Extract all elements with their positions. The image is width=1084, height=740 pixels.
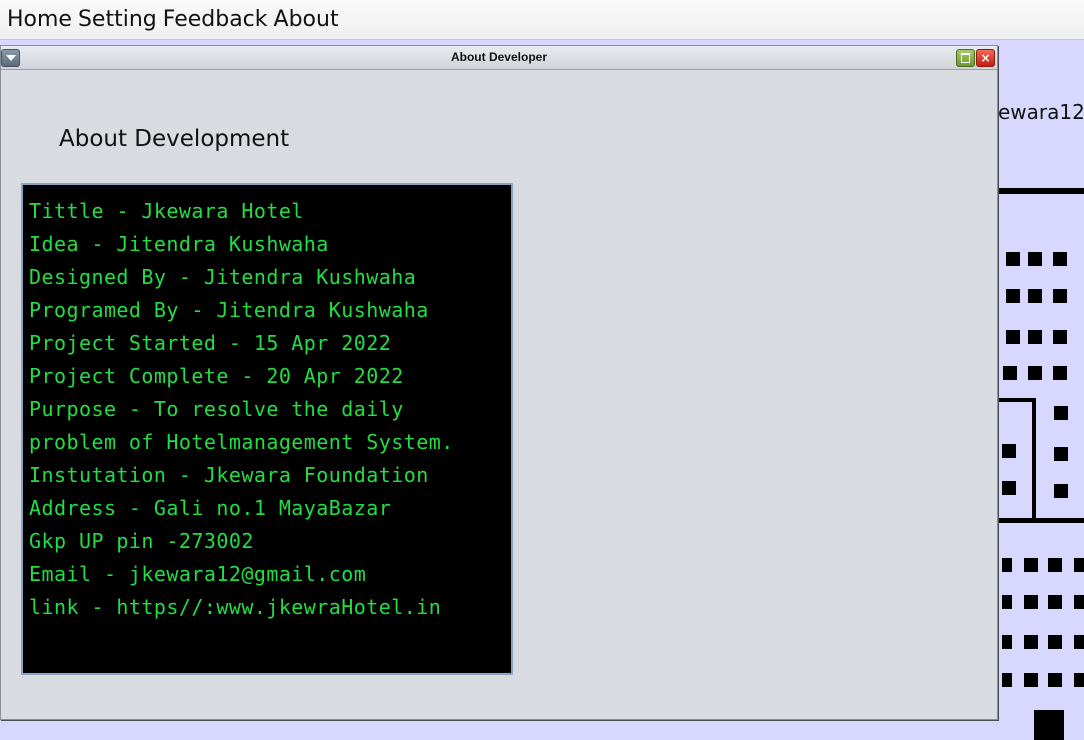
menu-about[interactable]: About	[268, 0, 345, 39]
info-line-idea: Idea - Jitendra Kushwaha	[29, 232, 329, 256]
menu-setting[interactable]: Setting	[72, 0, 163, 39]
menu-bar: Home Setting Feedback About	[0, 0, 1084, 40]
window-title: About Developer	[450, 50, 547, 64]
info-line-project-started: Project Started - 15 Apr 2022	[29, 331, 392, 355]
info-line-title: Tittle - Jkewara Hotel	[29, 199, 304, 223]
menu-home[interactable]: Home	[0, 0, 78, 39]
info-line-link: link - https//:www.jkewraHotel.in	[29, 595, 442, 619]
info-line-institution: Instutation - Jkewara Foundation	[29, 463, 429, 487]
info-line-email: Email - jkewara12@gmail.com	[29, 562, 367, 586]
building-illustration	[998, 188, 1084, 740]
info-line-programmed-by: Programed By - Jitendra Kushwaha	[29, 298, 429, 322]
info-line-address-cont: Gkp UP pin -273002	[29, 529, 254, 553]
window-titlebar[interactable]: About Developer ×	[1, 46, 997, 70]
developer-info-panel: Tittle - Jkewara Hotel Idea - Jitendra K…	[21, 183, 513, 675]
info-line-purpose: Purpose - To resolve the daily	[29, 397, 404, 421]
info-line-designed-by: Designed By - Jitendra Kushwaha	[29, 265, 417, 289]
background-partial-text: ewara123	[998, 100, 1084, 124]
info-line-project-complete: Project Complete - 20 Apr 2022	[29, 364, 404, 388]
menu-feedback[interactable]: Feedback	[157, 0, 274, 39]
info-line-purpose-cont: problem of Hotelmanagement System.	[29, 430, 454, 454]
info-line-address: Address - Gali no.1 MayaBazar	[29, 496, 392, 520]
maximize-icon[interactable]	[956, 49, 975, 67]
about-developer-window: About Developer × About Development Titt…	[0, 45, 998, 720]
close-icon[interactable]: ×	[976, 49, 995, 67]
about-heading: About Development	[59, 126, 290, 152]
